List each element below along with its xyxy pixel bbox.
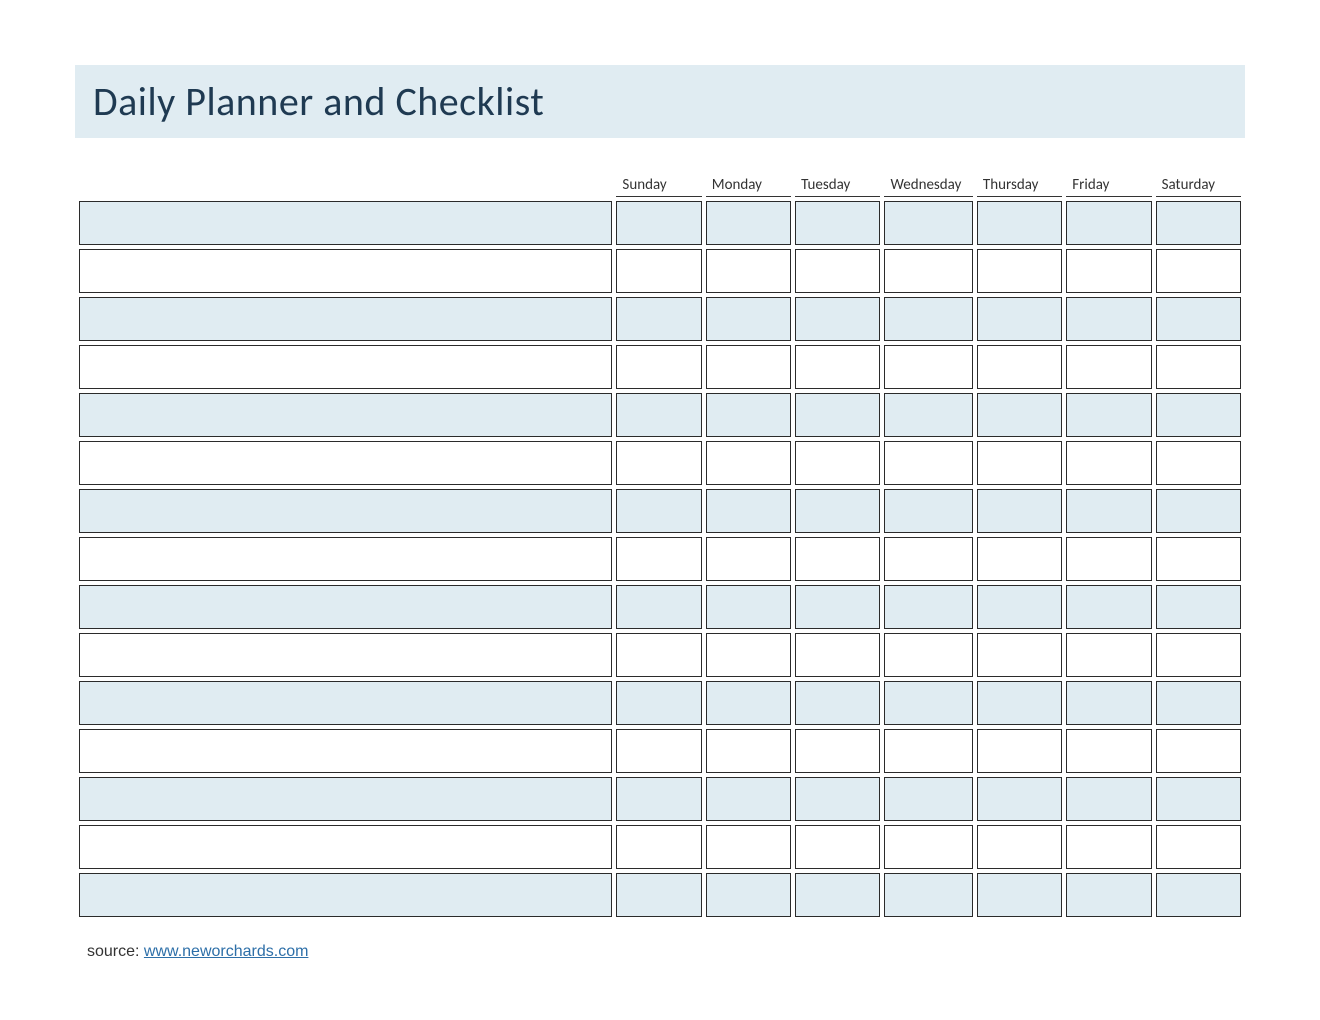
table-row[interactable]: [79, 393, 1241, 437]
table-row[interactable]: [79, 585, 1241, 629]
table-row[interactable]: [79, 249, 1241, 293]
title-bar: Daily Planner and Checklist: [75, 65, 1245, 138]
header-saturday: Saturday: [1156, 172, 1241, 197]
header-sunday: Sunday: [616, 172, 701, 197]
header-tuesday: Tuesday: [795, 172, 880, 197]
table-row[interactable]: [79, 729, 1241, 773]
source-label: source:: [87, 943, 144, 960]
table-row[interactable]: [79, 345, 1241, 389]
table-row[interactable]: [79, 681, 1241, 725]
header-thursday: Thursday: [977, 172, 1062, 197]
header-wednesday: Wednesday: [884, 172, 972, 197]
table-row[interactable]: [79, 537, 1241, 581]
table-row[interactable]: [79, 825, 1241, 869]
header-task: [79, 172, 612, 197]
table-row[interactable]: [79, 873, 1241, 917]
source-line: source: www.neworchards.com: [87, 943, 1245, 961]
header-monday: Monday: [706, 172, 791, 197]
table-row[interactable]: [79, 441, 1241, 485]
header-row: Sunday Monday Tuesday Wednesday Thursday…: [79, 172, 1241, 197]
page-title: Daily Planner and Checklist: [93, 77, 1227, 126]
table-row[interactable]: [79, 633, 1241, 677]
planner-body: [79, 201, 1241, 917]
table-row[interactable]: [79, 777, 1241, 821]
table-row[interactable]: [79, 489, 1241, 533]
table-row[interactable]: [79, 201, 1241, 245]
table-row[interactable]: [79, 297, 1241, 341]
source-link[interactable]: www.neworchards.com: [144, 943, 309, 960]
planner-table: Sunday Monday Tuesday Wednesday Thursday…: [75, 168, 1245, 921]
header-friday: Friday: [1066, 172, 1151, 197]
